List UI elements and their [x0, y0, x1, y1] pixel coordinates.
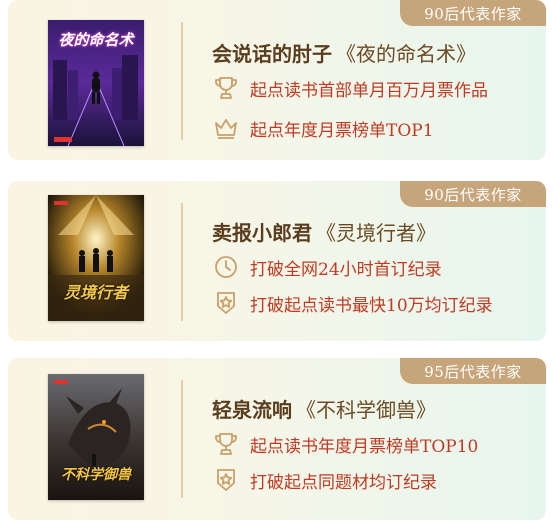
book-title[interactable]: 《夜的命名术》 — [336, 42, 476, 66]
card-divider — [181, 22, 183, 140]
achievement-text: 起点读书首部单月百万月票作品 — [250, 80, 488, 101]
book-title[interactable]: 《不科学御兽》 — [296, 398, 436, 422]
achievement-item: 打破起点读书最快10万均订纪录 — [212, 289, 493, 317]
book-heading: 卖报小郎君 《灵境行者》 — [212, 217, 436, 246]
author-card-2: 90后代表作家 灵境行者 卖报小郎君 《灵境行者》 打破全网24小时首订纪录 打… — [8, 181, 546, 341]
author-name: 轻泉流响 — [212, 398, 292, 422]
achievement-text: 打破起点同题材均订纪录 — [250, 472, 437, 493]
author-name: 卖报小郎君 — [212, 221, 312, 245]
achievement-text: 起点读书年度月票榜单TOP10 — [250, 436, 479, 457]
achievement-item: 起点读书首部单月百万月票作品 — [212, 74, 488, 102]
book-cover-spirit-walker[interactable]: 灵境行者 — [48, 195, 144, 321]
author-generation-badge: 90后代表作家 — [400, 0, 546, 26]
author-card-3: 95后代表作家 不科学御兽 轻泉流响 《不科学御兽》 起点读书年度月票榜单TOP… — [8, 358, 546, 520]
book-title[interactable]: 《灵境行者》 — [316, 221, 436, 245]
star-badge-icon — [212, 289, 240, 317]
crown-icon — [212, 114, 240, 142]
star-badge-icon — [212, 466, 240, 494]
book-heading: 会说话的肘子 《夜的命名术》 — [212, 38, 476, 67]
author-name: 会说话的肘子 — [212, 42, 332, 66]
clock-icon — [212, 253, 240, 281]
author-card-1: 90后代表作家 夜的命名术 会说话的肘子 《夜的命名术》 起点读书首部单月百万月… — [8, 0, 546, 160]
book-cover-unscientific-beast[interactable]: 不科学御兽 — [48, 374, 144, 500]
achievement-text: 打破全网24小时首订纪录 — [250, 259, 442, 280]
book-cover-night-naming[interactable]: 夜的命名术 — [48, 20, 144, 146]
author-generation-badge: 90后代表作家 — [400, 181, 546, 207]
achievement-item: 打破全网24小时首订纪录 — [212, 253, 442, 281]
achievement-text: 打破起点读书最快10万均订纪录 — [250, 295, 493, 316]
achievement-item: 打破起点同题材均订纪录 — [212, 466, 437, 494]
trophy-icon — [212, 430, 240, 458]
cover-title: 灵境行者 — [63, 283, 128, 302]
achievement-item: 起点读书年度月票榜单TOP10 — [212, 430, 478, 458]
achievement-item: 起点年度月票榜单TOP1 — [212, 114, 434, 142]
card-divider — [181, 380, 183, 498]
cover-title: 夜的命名术 — [58, 31, 134, 49]
cover-title: 不科学御兽 — [61, 467, 131, 483]
author-generation-badge: 95后代表作家 — [400, 358, 546, 384]
card-divider — [181, 203, 183, 321]
achievement-text: 起点年度月票榜单TOP1 — [250, 120, 434, 141]
trophy-icon — [212, 74, 240, 102]
book-heading: 轻泉流响 《不科学御兽》 — [212, 394, 436, 423]
